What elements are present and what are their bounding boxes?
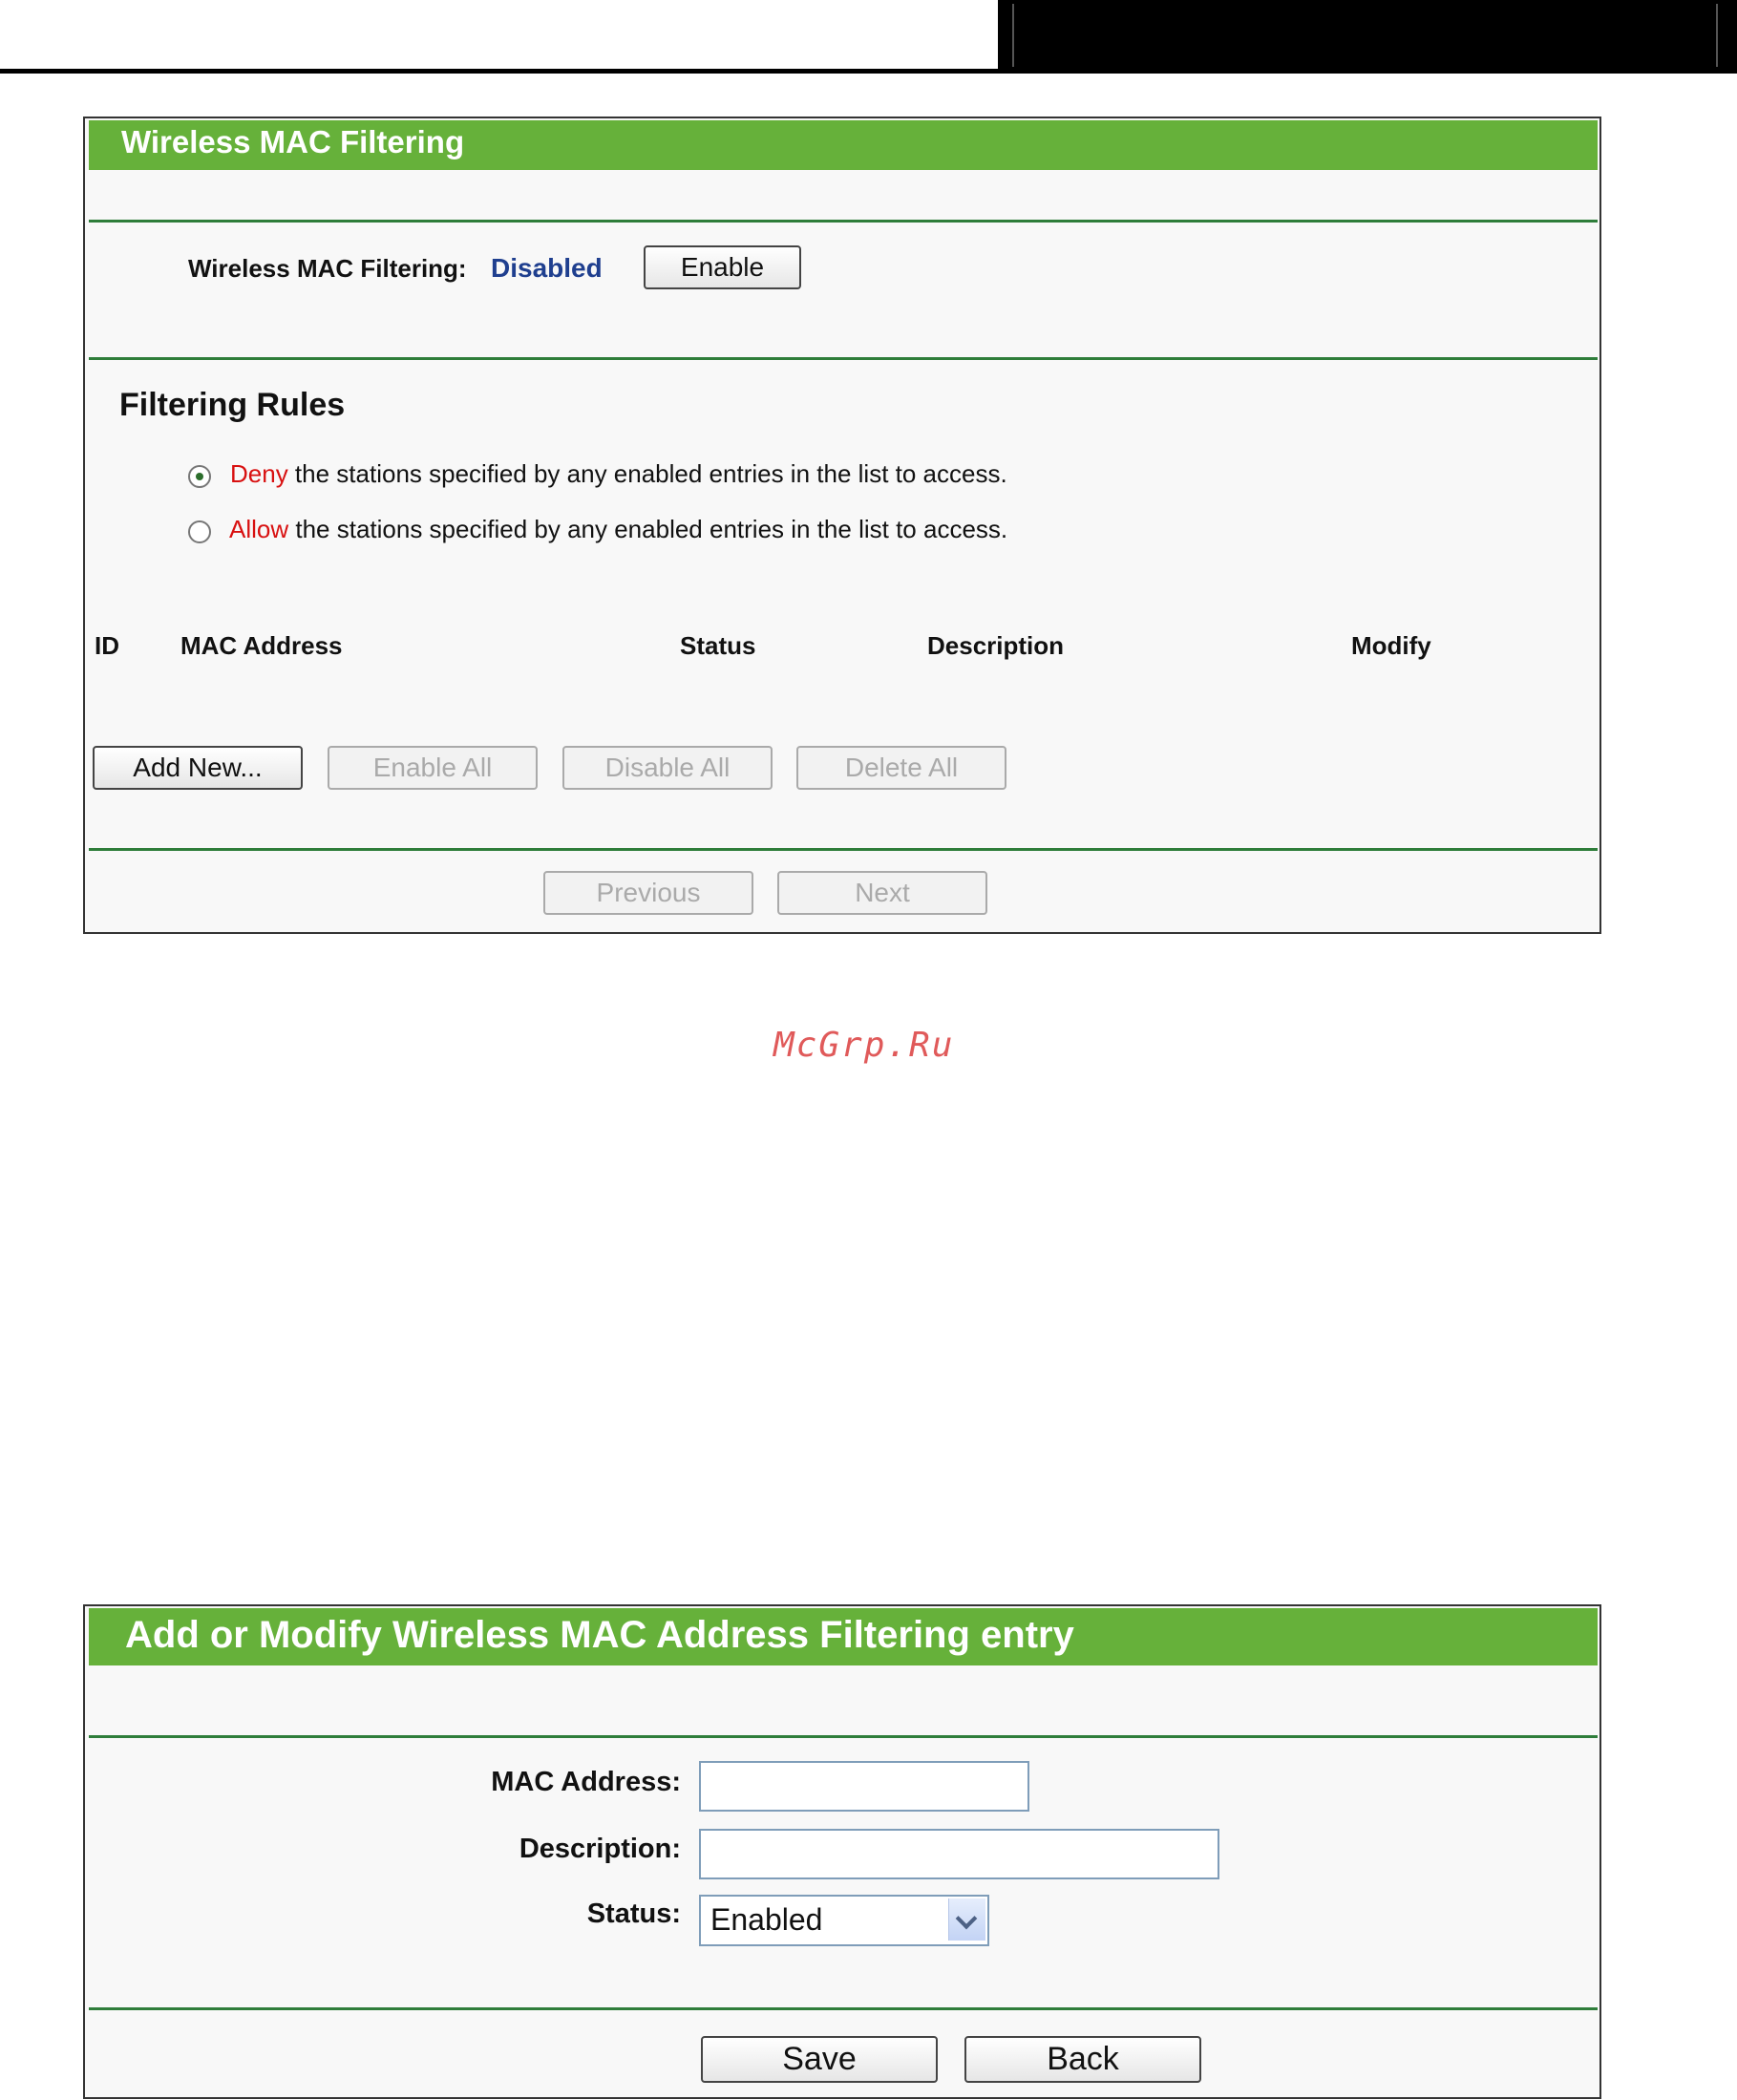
wireless-mac-filtering-panel: Wireless MAC Filtering Wireless MAC Filt…	[83, 117, 1601, 934]
panel-title: Wireless MAC Filtering	[89, 120, 1598, 170]
add-new-button[interactable]: Add New...	[93, 746, 303, 790]
panel-title: Add or Modify Wireless MAC Address Filte…	[89, 1608, 1598, 1665]
next-button[interactable]: Next	[777, 871, 987, 915]
disable-all-button[interactable]: Disable All	[562, 746, 773, 790]
save-button[interactable]: Save	[701, 2036, 938, 2083]
page-header-edge-right	[1716, 4, 1718, 67]
enable-all-button[interactable]: Enable All	[328, 746, 538, 790]
filtering-rules-heading: Filtering Rules	[119, 387, 346, 423]
page-header-rule	[0, 69, 998, 74]
description-input[interactable]	[699, 1829, 1219, 1879]
delete-all-button[interactable]: Delete All	[796, 746, 1006, 790]
col-header-id: ID	[95, 631, 119, 660]
deny-rule-description: the stations specified by any enabled en…	[287, 459, 1007, 488]
col-header-modify: Modify	[1351, 631, 1431, 660]
allow-rule-description: the stations specified by any enabled en…	[288, 515, 1008, 543]
allow-rule-text: Allow the stations specified by any enab…	[229, 515, 1007, 544]
page-header-bar	[998, 0, 1737, 74]
watermark: McGrp.Ru	[773, 1026, 955, 1065]
filter-status: Disabled	[491, 253, 603, 283]
divider	[89, 1735, 1598, 1738]
status-label: Status:	[586, 1898, 681, 1929]
allow-radio[interactable]	[188, 520, 211, 543]
divider	[89, 848, 1598, 851]
col-header-mac: MAC Address	[180, 631, 343, 660]
status-select[interactable]: Enabled	[699, 1895, 989, 1946]
filter-label: Wireless MAC Filtering:	[188, 254, 467, 283]
deny-rule-text: Deny the stations specified by any enabl…	[230, 459, 1007, 489]
col-header-description: Description	[927, 631, 1065, 660]
back-button[interactable]: Back	[964, 2036, 1201, 2083]
mac-address-input[interactable]	[699, 1761, 1029, 1812]
chevron-down-icon[interactable]	[948, 1898, 985, 1941]
add-modify-entry-panel: Add or Modify Wireless MAC Address Filte…	[83, 1604, 1601, 2099]
divider	[89, 220, 1598, 223]
description-label: Description:	[519, 1834, 681, 1864]
enable-button[interactable]: Enable	[644, 245, 801, 289]
status-select-value: Enabled	[710, 1902, 823, 1937]
divider	[89, 357, 1598, 360]
mac-address-label: MAC Address:	[491, 1767, 681, 1797]
allow-keyword: Allow	[229, 515, 289, 543]
divider	[89, 2007, 1598, 2010]
page-header-edge-left	[1012, 4, 1014, 67]
deny-radio[interactable]	[188, 465, 211, 488]
col-header-status: Status	[680, 631, 756, 660]
deny-keyword: Deny	[230, 459, 288, 488]
previous-button[interactable]: Previous	[543, 871, 753, 915]
